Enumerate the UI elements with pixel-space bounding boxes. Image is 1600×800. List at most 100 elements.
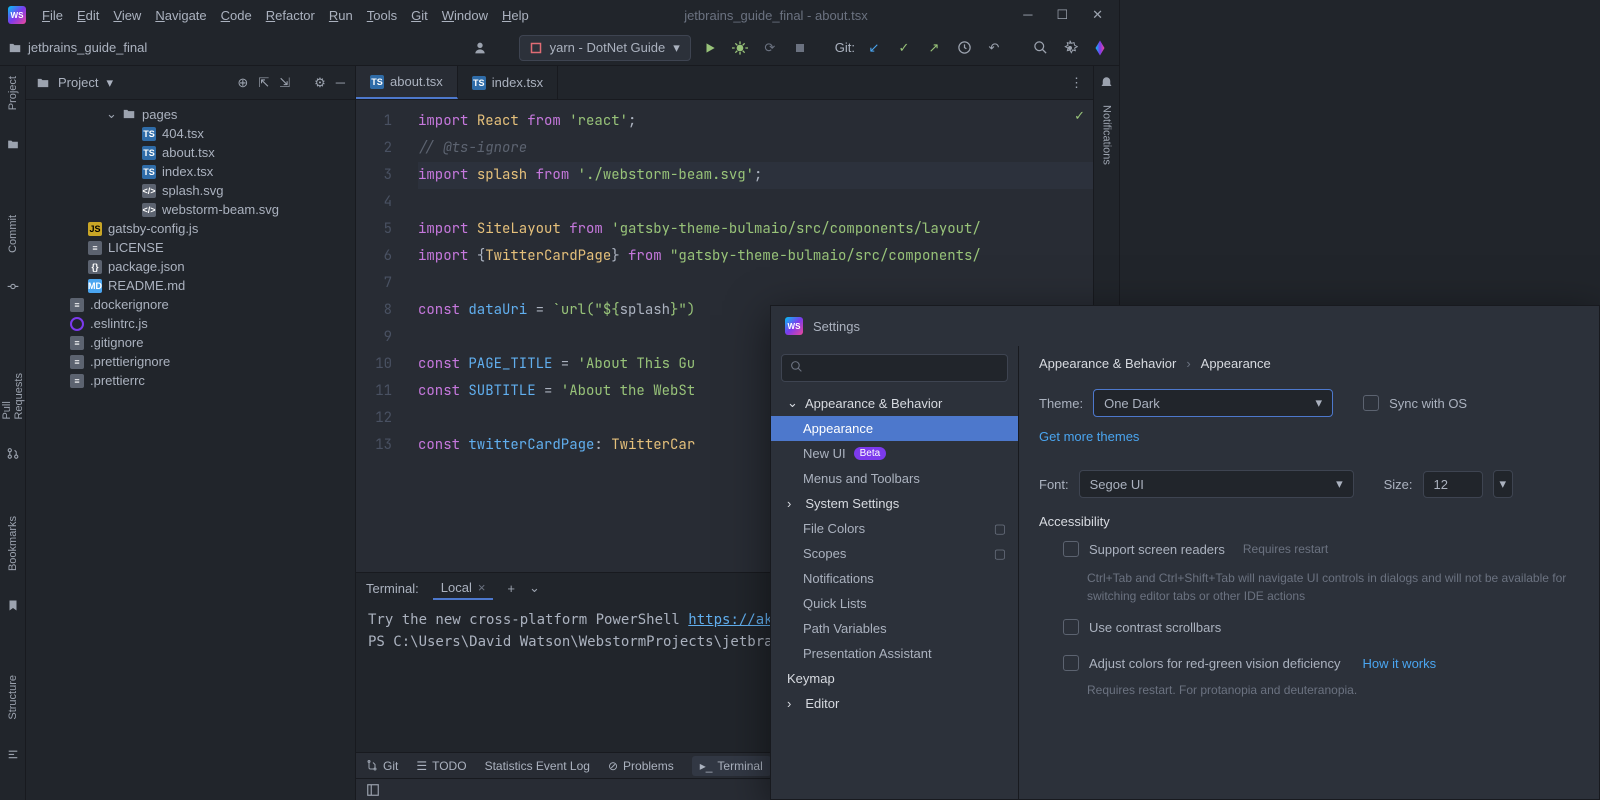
git-push-icon[interactable]: ↗ — [923, 37, 945, 59]
menu-refactor[interactable]: Refactor — [266, 8, 315, 23]
tree-item[interactable]: ≡LICENSE — [26, 238, 355, 257]
gear-icon[interactable]: ⚙ — [314, 75, 326, 91]
rail-commit[interactable]: Commit — [7, 215, 19, 253]
how-it-works-link[interactable]: How it works — [1362, 656, 1436, 671]
tree-item[interactable]: ⌄pages — [26, 104, 355, 124]
contrast-checkbox[interactable] — [1063, 619, 1079, 635]
rollback-icon[interactable]: ↶ — [983, 37, 1005, 59]
settings-item[interactable]: Menus and Toolbars — [771, 466, 1018, 491]
debug-button[interactable] — [729, 37, 751, 59]
close-icon[interactable]: ✕ — [1092, 7, 1103, 23]
settings-item[interactable]: New UI Beta — [771, 441, 1018, 466]
menu-code[interactable]: Code — [221, 8, 252, 23]
git-pull-icon[interactable]: ↙ — [863, 37, 885, 59]
font-select[interactable]: Segoe UI ▾ — [1079, 470, 1354, 498]
settings-cat-appearance[interactable]: ⌄Appearance & Behavior — [771, 390, 1018, 416]
chevron-down-icon[interactable]: ▾ — [106, 75, 113, 91]
menu-window[interactable]: Window — [442, 8, 488, 23]
project-tree[interactable]: ⌄pagesTS404.tsxTSabout.tsxTSindex.tsx</>… — [26, 100, 355, 800]
tree-item[interactable]: TSabout.tsx — [26, 143, 355, 162]
sb-stats[interactable]: Statistics Event Log — [485, 759, 590, 773]
add-terminal-icon[interactable]: + — [507, 581, 515, 596]
sb-todo[interactable]: ☰TODO — [416, 759, 466, 773]
editor-tab[interactable]: TSindex.tsx — [458, 66, 558, 99]
tree-item[interactable]: ≡.gitignore — [26, 333, 355, 352]
rail-bookmarks[interactable]: Bookmarks — [7, 516, 19, 571]
bookmark-icon[interactable] — [7, 599, 19, 612]
settings-item[interactable]: Notifications — [771, 566, 1018, 591]
history-icon[interactable] — [953, 37, 975, 59]
tree-item[interactable]: JSgatsby-config.js — [26, 219, 355, 238]
users-icon[interactable] — [471, 37, 493, 59]
settings-item[interactable]: Path Variables — [771, 616, 1018, 641]
tree-item[interactable]: TS404.tsx — [26, 124, 355, 143]
pr-icon[interactable] — [6, 447, 20, 460]
tree-item[interactable]: .eslintrc.js — [26, 314, 355, 333]
rail-structure[interactable]: Structure — [7, 675, 19, 720]
commit-icon[interactable] — [6, 280, 20, 293]
rail-project[interactable]: Project — [7, 76, 19, 110]
settings-cat-editor[interactable]: ›Editor — [771, 691, 1018, 716]
collapse-icon[interactable]: ⇲ — [279, 75, 290, 91]
layout-icon[interactable] — [366, 783, 380, 797]
settings-item[interactable]: Quick Lists — [771, 591, 1018, 616]
project-breadcrumb[interactable]: jetbrains_guide_final — [8, 40, 147, 55]
tree-item[interactable]: MDREADME.md — [26, 276, 355, 295]
screen-readers-checkbox[interactable] — [1063, 541, 1079, 557]
menu-run[interactable]: Run — [329, 8, 353, 23]
menu-help[interactable]: Help — [502, 8, 529, 23]
close-tab-icon[interactable]: × — [478, 580, 486, 595]
stop-button[interactable] — [789, 37, 811, 59]
settings-item[interactable]: Appearance — [771, 416, 1018, 441]
get-themes-link[interactable]: Get more themes — [1039, 429, 1139, 444]
run-config-selector[interactable]: yarn - DotNet Guide ▾ — [519, 35, 691, 61]
maximize-icon[interactable]: ☐ — [1056, 7, 1068, 23]
terminal-tab[interactable]: Local × — [433, 577, 494, 600]
settings-item[interactable]: Scopes▢ — [771, 541, 1018, 566]
menu-tools[interactable]: Tools — [367, 8, 397, 23]
ide-services-icon[interactable] — [1089, 37, 1111, 59]
sb-git[interactable]: Git — [366, 759, 398, 773]
menu-git[interactable]: Git — [411, 8, 428, 23]
minimize-panel-icon[interactable]: ─ — [336, 75, 345, 91]
bell-icon[interactable] — [1099, 76, 1114, 91]
structure-icon[interactable] — [6, 748, 20, 761]
menu-navigate[interactable]: Navigate — [155, 8, 206, 23]
editor-tab[interactable]: TSabout.tsx — [356, 66, 458, 99]
inspection-ok-icon[interactable]: ✓ — [1074, 108, 1085, 124]
size-select[interactable]: 12 — [1423, 471, 1483, 498]
sync-os-checkbox[interactable] — [1363, 395, 1379, 411]
settings-icon[interactable] — [1059, 37, 1081, 59]
terminal-dropdown-icon[interactable]: ⌄ — [529, 580, 540, 596]
menu-file[interactable]: File — [42, 8, 63, 23]
settings-tree[interactable]: ⌄Appearance & BehaviorAppearanceNew UI B… — [771, 390, 1018, 791]
run-button[interactable] — [699, 37, 721, 59]
menu-edit[interactable]: Edit — [77, 8, 99, 23]
settings-cat-keymap[interactable]: Keymap — [771, 666, 1018, 691]
sb-problems[interactable]: ⊘Problems — [608, 759, 674, 773]
expand-icon[interactable]: ⇱ — [258, 75, 269, 91]
tree-item[interactable]: TSindex.tsx — [26, 162, 355, 181]
run-more-icon[interactable]: ⟳ — [759, 37, 781, 59]
size-dropdown[interactable]: ▾ — [1493, 470, 1514, 498]
tree-item[interactable]: {}package.json — [26, 257, 355, 276]
tree-item[interactable]: </>splash.svg — [26, 181, 355, 200]
settings-item[interactable]: Presentation Assistant — [771, 641, 1018, 666]
minimize-icon[interactable]: ─ — [1023, 7, 1032, 23]
rail-pr[interactable]: Pull Requests — [1, 357, 25, 420]
adjust-colors-checkbox[interactable] — [1063, 655, 1079, 671]
git-commit-icon[interactable]: ✓ — [893, 37, 915, 59]
sb-terminal[interactable]: ▸_Terminal — [692, 756, 771, 776]
tab-more-icon[interactable]: ⋮ — [1060, 66, 1093, 99]
tree-item[interactable]: </>webstorm-beam.svg — [26, 200, 355, 219]
settings-item[interactable]: File Colors▢ — [771, 516, 1018, 541]
search-icon[interactable] — [1029, 37, 1051, 59]
tree-item[interactable]: ≡.prettierignore — [26, 352, 355, 371]
breadcrumb-item[interactable]: Appearance & Behavior — [1039, 356, 1176, 371]
tree-item[interactable]: ≡.dockerignore — [26, 295, 355, 314]
menu-view[interactable]: View — [113, 8, 141, 23]
target-icon[interactable]: ⊕ — [237, 75, 248, 91]
rail-notifications[interactable]: Notifications — [1101, 105, 1113, 165]
folder-rail-icon[interactable] — [6, 138, 20, 151]
theme-select[interactable]: One Dark ▾ — [1093, 389, 1333, 417]
